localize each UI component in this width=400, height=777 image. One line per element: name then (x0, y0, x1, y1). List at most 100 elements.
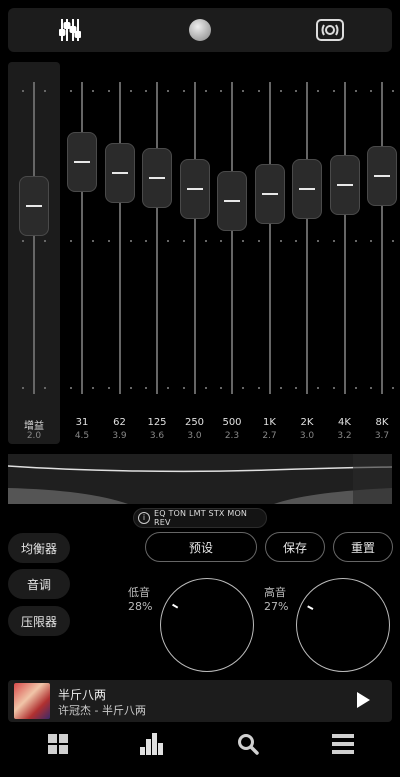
treble-label-group: 高音 27% (264, 586, 288, 614)
scale-dot (332, 90, 335, 92)
equalizer-tab[interactable] (40, 8, 100, 52)
scale-dot (279, 387, 282, 389)
tone-tab[interactable] (170, 8, 230, 52)
scale-dot (145, 240, 147, 242)
band-slider-knob[interactable] (329, 155, 360, 216)
band-value: 3.0 (187, 431, 202, 441)
nav-grid[interactable] (38, 728, 78, 760)
surround-tab[interactable] (300, 8, 360, 52)
info-icon: i (138, 512, 150, 524)
scale-dot (392, 387, 394, 389)
slider-track (156, 82, 158, 394)
scale-dot (129, 240, 132, 242)
band-value: 3.6 (149, 431, 165, 441)
scale-dot (129, 387, 132, 389)
scale-dot (167, 240, 169, 242)
scale-dot (242, 387, 244, 389)
track-title: 半斤八两 (58, 688, 107, 702)
slider-track (118, 82, 121, 394)
slider-track (193, 82, 196, 394)
nav-search[interactable] (228, 728, 268, 760)
scale-dot (204, 387, 207, 389)
band-frequency-label: 1K (263, 417, 276, 428)
scale-dot (182, 240, 185, 242)
band-slider-knob[interactable] (217, 171, 247, 232)
band-value: 2.7 (262, 431, 277, 441)
band-value: 2.3 (224, 431, 240, 441)
scale-dot (129, 90, 132, 92)
scale-dot (70, 240, 72, 242)
now-playing-bar[interactable]: 半斤八两 许冠杰 - 半斤八两 (8, 680, 392, 722)
band-slider-knob[interactable] (254, 163, 285, 224)
scale-dot (145, 387, 147, 389)
scale-dot (279, 90, 282, 92)
preset-button[interactable]: 预设 (145, 532, 257, 562)
scale-dot (204, 240, 207, 242)
treble-dial[interactable] (296, 578, 390, 672)
scale-dot (295, 387, 297, 389)
scale-dot (22, 387, 24, 389)
scale-dot (22, 240, 24, 242)
scale-dot (392, 90, 394, 92)
equalizer-button[interactable]: 均衡器 (8, 533, 70, 563)
band-frequency-label: 250 (184, 417, 205, 428)
scale-dot (295, 240, 297, 242)
play-icon[interactable] (357, 692, 370, 708)
band-frequency-label: 125 (147, 417, 167, 428)
nav-menu[interactable] (323, 728, 363, 760)
bass-label-group: 低音 28% (128, 586, 152, 614)
frequency-response-curve (8, 454, 392, 504)
scale-dot (257, 90, 260, 92)
reset-button[interactable]: 重置 (333, 532, 393, 562)
equalizer-sliders: 增益 2.0 31 4.5 62 3.9 125 3.6 250 3.0 500 2.3 1K 2.7 2K… (0, 62, 400, 447)
band-slider-knob[interactable] (104, 142, 135, 203)
gain-label: 增益 (24, 421, 44, 432)
band-slider-knob[interactable] (142, 147, 172, 208)
search-icon (238, 734, 259, 755)
grid-icon (48, 734, 68, 754)
equalizer-tab-icon (59, 19, 81, 41)
band-slider-knob[interactable] (67, 131, 97, 192)
scale-dot (204, 90, 207, 92)
scale-dot (332, 240, 335, 242)
gain-slider-knob[interactable] (19, 176, 49, 237)
scale-dot (182, 90, 185, 92)
scale-dot (257, 387, 260, 389)
menu-icon (332, 734, 354, 754)
album-art (14, 683, 50, 719)
band-slider-knob[interactable] (367, 146, 397, 207)
band-slider-knob[interactable] (179, 158, 210, 219)
slider-track (306, 82, 308, 394)
treble-value: 27% (264, 600, 289, 613)
gain-value: 2.0 (26, 431, 42, 441)
scale-dot (107, 387, 110, 389)
scale-dot (145, 90, 147, 92)
band-frequency-label: 4K (338, 417, 351, 428)
save-button[interactable]: 保存 (265, 532, 325, 562)
bar-chart-icon (140, 733, 163, 755)
dial-indicator (171, 603, 178, 609)
band-frequency-label: 8K (375, 417, 389, 428)
band-frequency-label: 62 (113, 417, 126, 428)
modules-indicator[interactable]: i EQ TON LMT STX MON REV (133, 508, 267, 528)
tone-button[interactable]: 音调 (8, 569, 70, 599)
track-artist: 许冠杰 - 半斤八两 (58, 704, 146, 717)
scale-dot (392, 240, 394, 242)
scale-dot (22, 90, 24, 92)
scale-dot (92, 240, 94, 242)
band-slider-knob[interactable] (292, 158, 322, 219)
scale-dot (167, 387, 169, 389)
scale-dot (220, 90, 222, 92)
scale-dot (92, 387, 94, 389)
scale-dot (354, 90, 357, 92)
scale-dot (70, 90, 72, 92)
scale-dot (107, 90, 110, 92)
dial-indicator (306, 604, 313, 610)
limiter-button[interactable]: 压限器 (8, 606, 70, 636)
scale-dot (354, 240, 357, 242)
surround-tab-icon (316, 19, 344, 41)
treble-label: 高音 (264, 586, 286, 599)
nav-equalizer[interactable] (132, 728, 172, 760)
bass-dial[interactable] (160, 578, 254, 672)
tone-tab-icon (189, 19, 211, 41)
